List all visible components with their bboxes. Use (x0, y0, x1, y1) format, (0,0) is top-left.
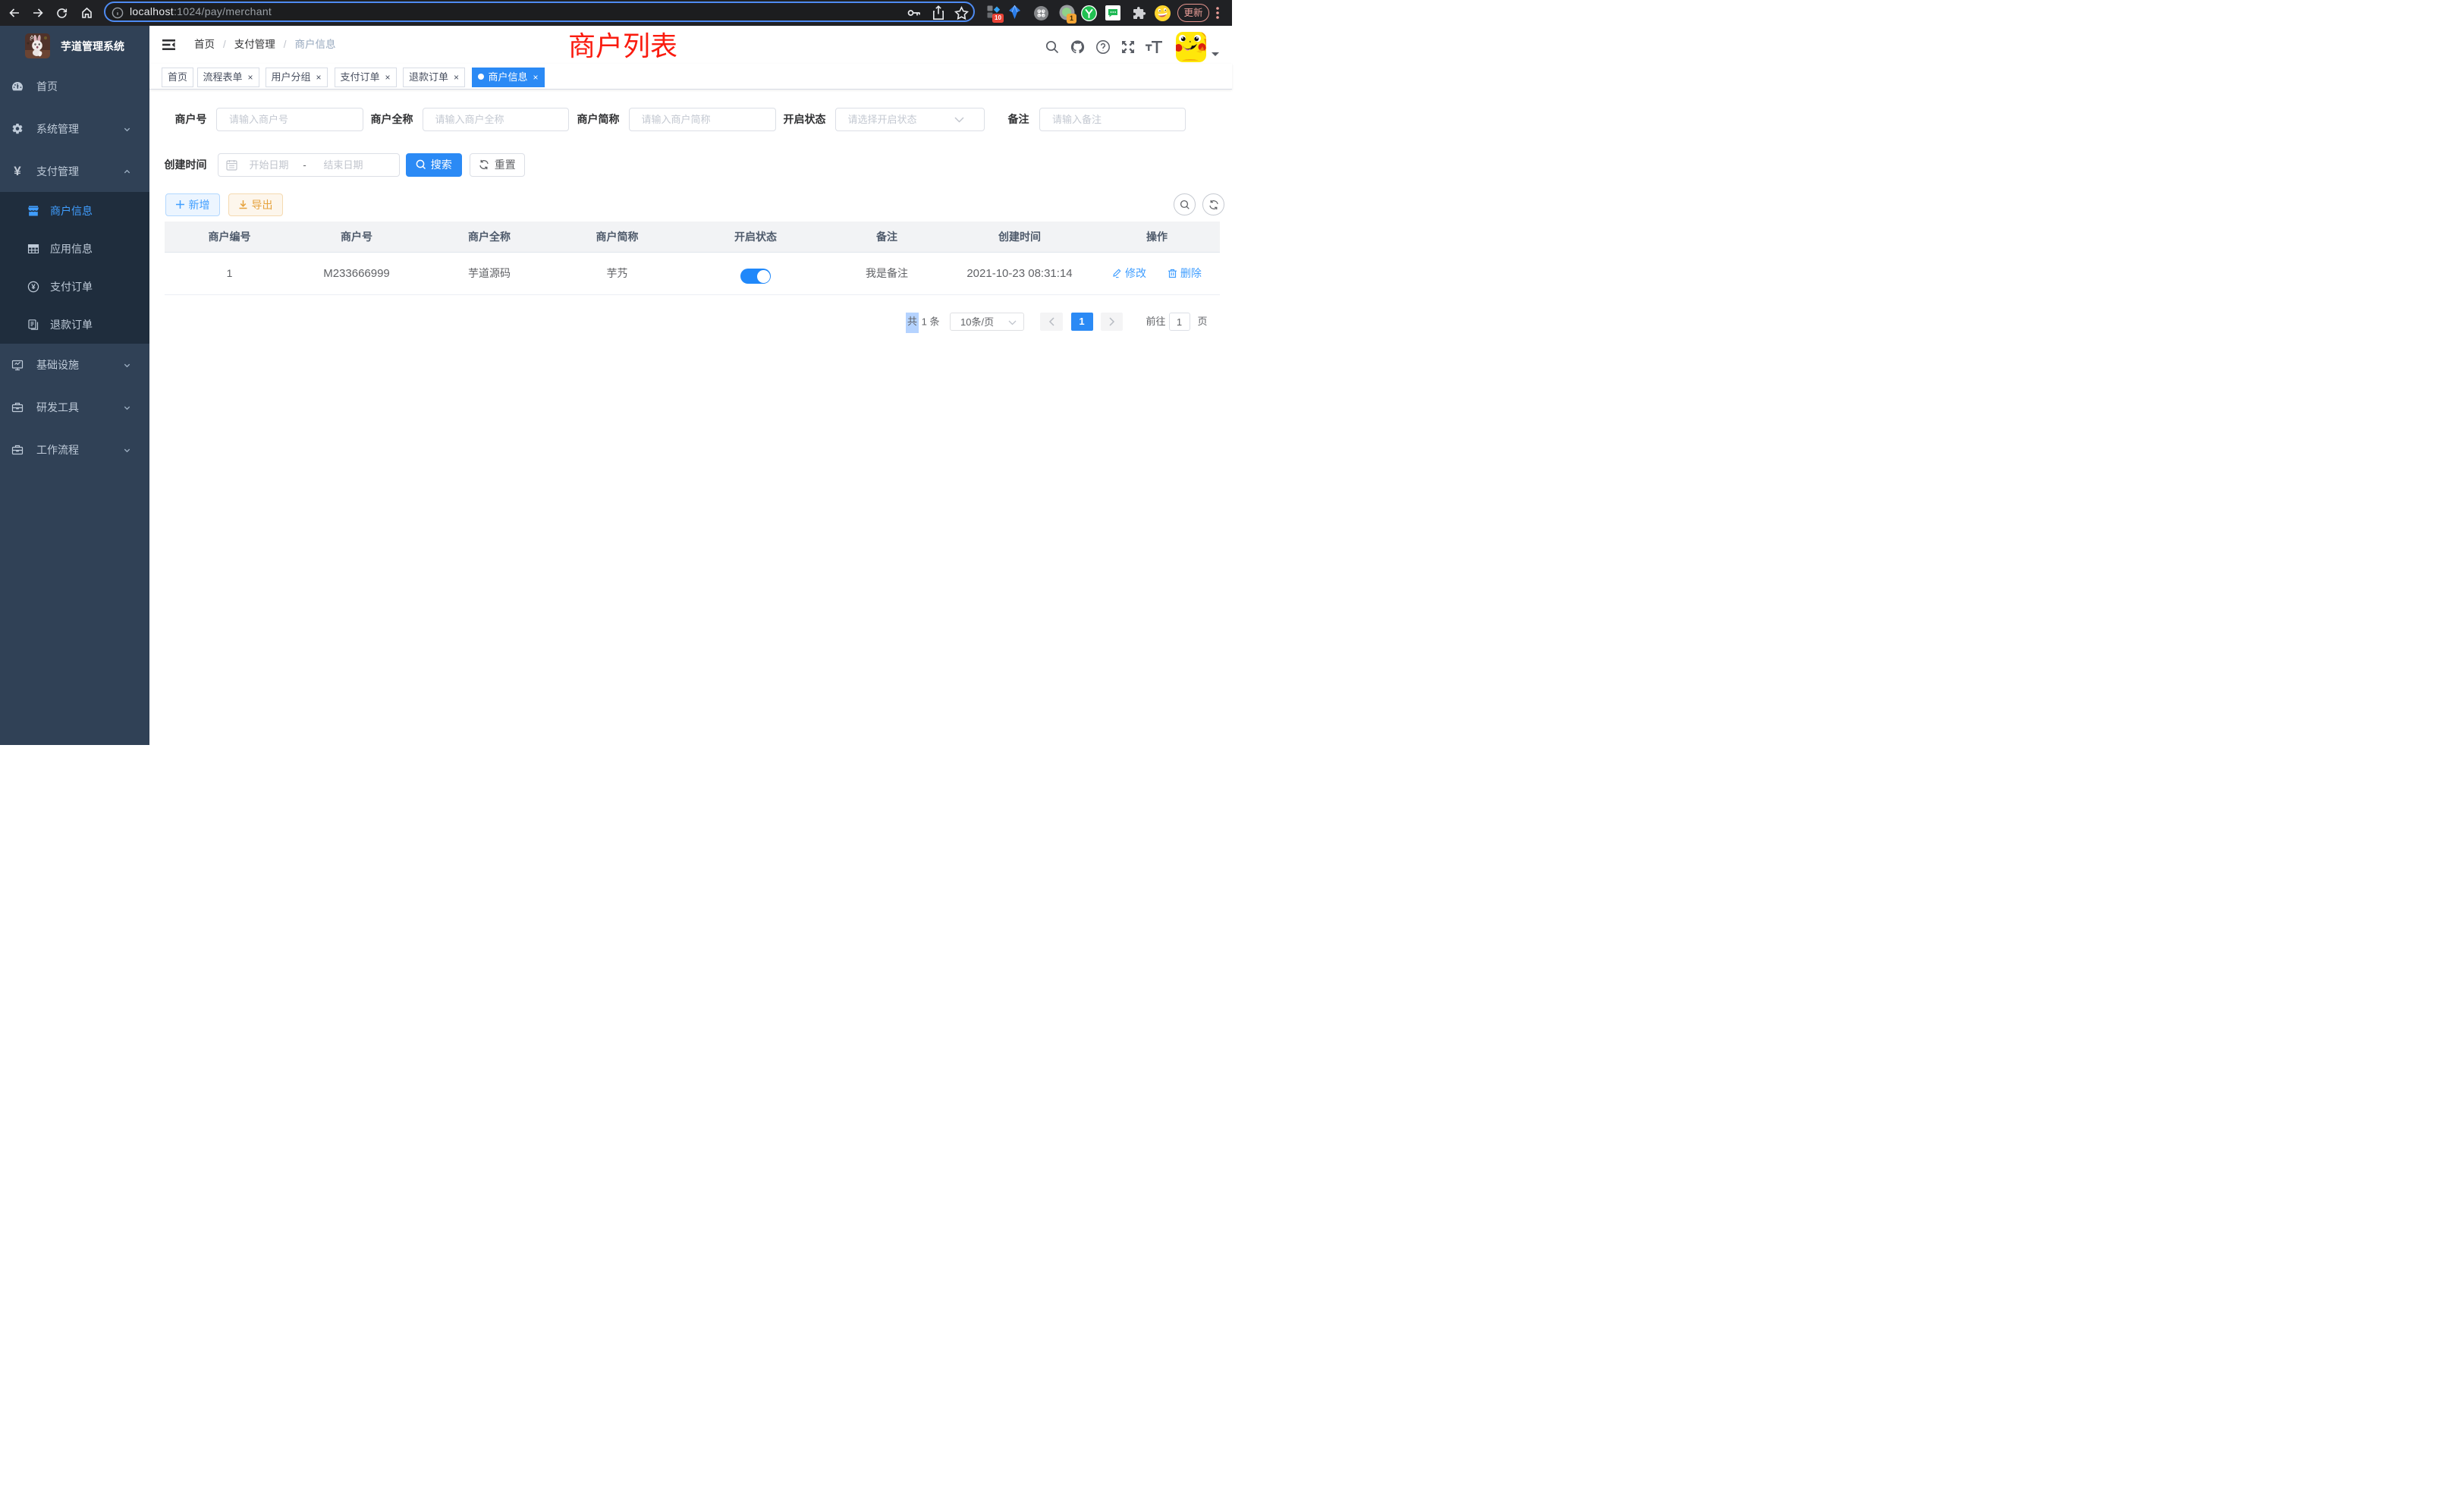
svg-text:¥: ¥ (31, 283, 36, 291)
